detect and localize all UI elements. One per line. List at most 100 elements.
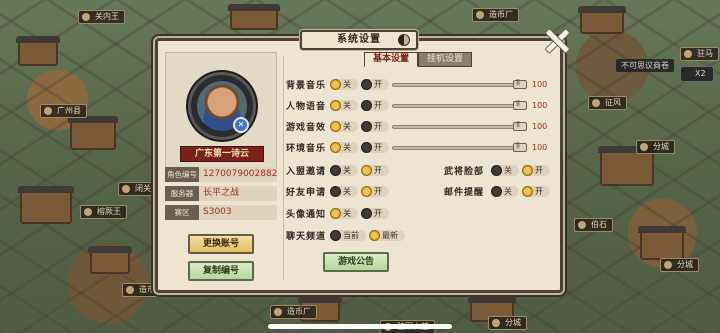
radio-off[interactable]: 关 bbox=[330, 79, 358, 90]
radio-label: 当前 bbox=[343, 231, 359, 240]
radio-dot bbox=[522, 186, 533, 197]
radio-on[interactable]: 开 bbox=[522, 165, 550, 176]
radio-label: 关 bbox=[343, 143, 351, 152]
volume-value: 100 bbox=[532, 122, 548, 131]
map-building bbox=[578, 6, 626, 34]
map-label[interactable]: 造币厂 bbox=[472, 8, 519, 22]
home-indicator[interactable] bbox=[268, 324, 452, 329]
info-value: 长平之战 bbox=[203, 188, 240, 198]
tab-basic-settings[interactable]: 基本设置 bbox=[364, 52, 418, 67]
map-label[interactable]: 榕厥王 bbox=[80, 205, 127, 219]
radio-on[interactable]: 开 bbox=[361, 121, 389, 132]
radio-label: 开 bbox=[374, 80, 382, 89]
radio-label: 开 bbox=[374, 166, 382, 175]
radio-on[interactable]: 开 bbox=[361, 100, 389, 111]
setting-label: 人物语音 bbox=[286, 102, 327, 112]
radio-dot bbox=[330, 165, 341, 176]
radio-on[interactable]: 开 bbox=[361, 79, 389, 90]
setting-label: 入盟邀请 bbox=[286, 167, 327, 177]
radio-dot bbox=[330, 208, 341, 219]
map-counter-text: X2 bbox=[695, 69, 706, 78]
slider-handle[interactable] bbox=[513, 100, 527, 110]
game-announcement-button[interactable]: 游戏公告 bbox=[323, 252, 389, 272]
info-label: 服务器 bbox=[165, 186, 199, 201]
radio-dot bbox=[330, 100, 341, 111]
radio-current[interactable]: 当前 bbox=[330, 230, 366, 241]
radio-off[interactable]: 关 bbox=[330, 100, 358, 111]
radio-label: 关 bbox=[343, 187, 351, 196]
setting-label: 聊天频道 bbox=[286, 232, 327, 242]
radio-off[interactable]: 关 bbox=[330, 121, 358, 132]
map-building bbox=[228, 4, 280, 30]
map-label[interactable]: 分城 bbox=[660, 258, 699, 272]
avatar[interactable]: ✕ bbox=[188, 72, 256, 140]
setting-label: 背景音乐 bbox=[286, 81, 327, 91]
tab-idle-settings[interactable]: 挂机设置 bbox=[418, 52, 472, 67]
volume-slider[interactable] bbox=[392, 100, 527, 110]
map-label[interactable]: 伯石 bbox=[574, 218, 613, 232]
map-item-label[interactable]: 不可思议商卷 bbox=[616, 59, 674, 72]
radio-on[interactable]: 开 bbox=[361, 142, 389, 153]
radio-latest[interactable]: 最新 bbox=[369, 230, 405, 241]
map-building bbox=[598, 146, 656, 186]
info-row-server: 服务器 长平之战 bbox=[165, 186, 277, 201]
map-label[interactable]: 造币厂 bbox=[270, 305, 317, 319]
radio-label: 关 bbox=[504, 166, 512, 175]
info-label: 角色编号 bbox=[165, 167, 199, 182]
yin-yang-icon bbox=[398, 34, 410, 46]
volume-slider[interactable] bbox=[392, 142, 527, 152]
radio-dot bbox=[330, 142, 341, 153]
radio-off[interactable]: 关 bbox=[491, 165, 519, 176]
radio-off[interactable]: 关 bbox=[330, 165, 358, 176]
radio-label: 开 bbox=[374, 122, 382, 131]
volume-slider[interactable] bbox=[392, 121, 527, 131]
radio-dot bbox=[369, 230, 380, 241]
volume-value: 100 bbox=[532, 101, 548, 110]
radio-on[interactable]: 开 bbox=[361, 186, 389, 197]
close-button[interactable] bbox=[542, 26, 570, 54]
radio-off[interactable]: 关 bbox=[491, 186, 519, 197]
radio-on[interactable]: 开 bbox=[522, 186, 550, 197]
radio-off[interactable]: 关 bbox=[330, 208, 358, 219]
info-value: S3003 bbox=[203, 207, 232, 217]
slider-handle[interactable] bbox=[513, 79, 527, 89]
map-label[interactable]: 广州县 bbox=[40, 104, 87, 118]
map-label[interactable]: 分城 bbox=[488, 316, 527, 330]
info-row-role-id: 角色编号 1270079002882 bbox=[165, 167, 277, 182]
slider-handle[interactable] bbox=[513, 121, 527, 131]
radio-label: 关 bbox=[343, 122, 351, 131]
radio-label: 开 bbox=[374, 209, 382, 218]
setting-label: 武将脸部 bbox=[444, 167, 485, 177]
map-label[interactable]: 关内王 bbox=[78, 10, 125, 24]
info-label: 赛区 bbox=[165, 205, 199, 220]
radio-dot bbox=[361, 100, 372, 111]
radio-label: 最新 bbox=[382, 231, 398, 240]
info-row-region: 赛区 S3003 bbox=[165, 205, 277, 220]
map-counter-chip[interactable]: X2 bbox=[680, 66, 714, 82]
map-label[interactable]: 分城 bbox=[636, 140, 675, 154]
radio-off[interactable]: 关 bbox=[330, 142, 358, 153]
radio-label: 关 bbox=[343, 101, 351, 110]
slider-handle[interactable] bbox=[513, 142, 527, 152]
radio-on[interactable]: 开 bbox=[361, 208, 389, 219]
change-account-button[interactable]: 更换账号 bbox=[188, 234, 254, 254]
map-label[interactable]: 征风 bbox=[588, 96, 627, 110]
radio-label: 关 bbox=[504, 187, 512, 196]
player-name: 广东第一诗云 bbox=[180, 146, 264, 162]
copy-id-button[interactable]: 复制编号 bbox=[188, 261, 254, 281]
radio-dot bbox=[361, 208, 372, 219]
setting-label: 头像通知 bbox=[286, 210, 327, 220]
radio-dot bbox=[361, 142, 372, 153]
volume-value: 100 bbox=[532, 80, 548, 89]
radio-on[interactable]: 开 bbox=[361, 165, 389, 176]
map-label[interactable]: 驻马 bbox=[680, 47, 719, 61]
radio-dot bbox=[330, 79, 341, 90]
map-building bbox=[68, 116, 118, 150]
radio-dot bbox=[522, 165, 533, 176]
map-label[interactable]: 闭关 bbox=[118, 182, 157, 196]
volume-slider[interactable] bbox=[392, 79, 527, 89]
faction-badge-icon: ✕ bbox=[233, 117, 249, 133]
setting-label: 邮件提醒 bbox=[444, 188, 485, 198]
radio-off[interactable]: 关 bbox=[330, 186, 358, 197]
setting-label: 好友申请 bbox=[286, 188, 327, 198]
